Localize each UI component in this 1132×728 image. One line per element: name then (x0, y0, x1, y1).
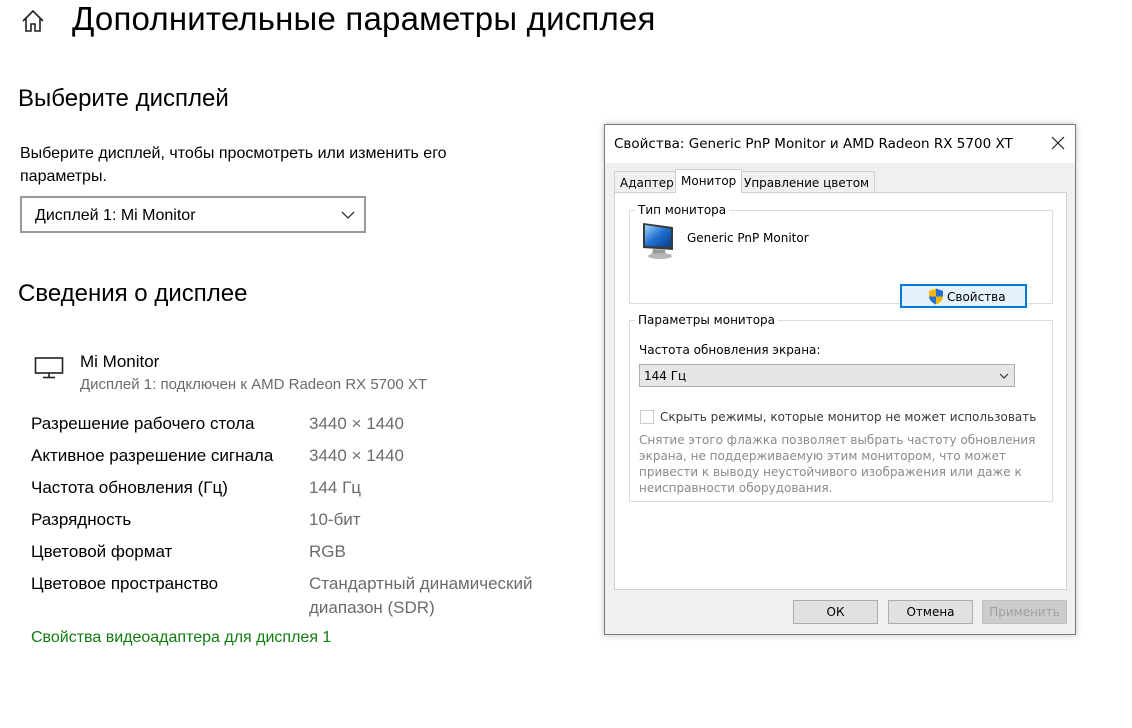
tab-adapter[interactable]: Адаптер (614, 171, 680, 192)
tab-monitor[interactable]: Монитор (675, 169, 743, 193)
close-icon[interactable] (1051, 136, 1065, 150)
monitor-type-group-label: Тип монитора (635, 203, 730, 217)
page-title: Дополнительные параметры дисплея (72, 0, 656, 37)
monitor-type-group: Тип монитора Generic PnP Monitor Свойств… (629, 203, 1053, 308)
spec-label-bit-depth: Разрядность (31, 510, 132, 529)
select-display-heading: Выберите дисплей (18, 85, 229, 112)
tab-color-management[interactable]: Управление цветом (738, 171, 876, 192)
spec-value-color-space: Стандартный динамический диапазон (SDR) (309, 574, 533, 617)
dialog-titlebar[interactable]: Свойства: Generic PnP Monitor и AMD Rade… (605, 125, 1075, 163)
monitor-type-name: Generic PnP Monitor (687, 231, 809, 245)
monitor-settings-group: Параметры монитора Частота обновления эк… (629, 313, 1053, 502)
properties-dialog: Свойства: Generic PnP Monitor и AMD Rade… (604, 124, 1076, 635)
spec-value-active-resolution: 3440 × 1440 (309, 446, 405, 465)
chevron-down-icon (999, 373, 1009, 379)
adapter-properties-link[interactable]: Свойства видеоадаптера для дисплея 1 (31, 629, 331, 647)
monitor-properties-button-label: Свойства (947, 290, 1006, 304)
display-select-dropdown[interactable]: Дисплей 1: Mi Monitor (20, 196, 366, 233)
display-select-value: Дисплей 1: Mi Monitor (35, 207, 196, 224)
hide-modes-checkbox[interactable] (640, 410, 654, 424)
monitor-properties-button[interactable]: Свойства (900, 284, 1027, 308)
monitor-connection-info: Дисплей 1: подключен к AMD Radeon RX 570… (80, 376, 428, 393)
cancel-button[interactable]: Отмена (888, 600, 973, 624)
chevron-down-icon (341, 211, 355, 219)
ok-button[interactable]: ОК (793, 600, 878, 624)
refresh-rate-select[interactable]: 144 Гц (639, 364, 1015, 387)
spec-value-desktop-resolution: 3440 × 1440 (309, 414, 405, 433)
monitor-tab-panel: Тип монитора Generic PnP Monitor Свойств… (614, 192, 1067, 590)
spec-value-refresh-rate: 144 Гц (309, 478, 362, 497)
dialog-title: Свойства: Generic PnP Monitor и AMD Rade… (614, 136, 1013, 152)
spec-label-desktop-resolution: Разрешение рабочего стола (31, 414, 255, 433)
refresh-rate-label: Частота обновления экрана: (639, 343, 821, 357)
refresh-rate-value: 144 Гц (644, 369, 687, 383)
monitor-icon (34, 357, 64, 379)
monitor-name: Mi Monitor (80, 352, 160, 371)
uac-shield-icon (929, 288, 943, 305)
hide-modes-label[interactable]: Скрыть режимы, которые монитор не может … (660, 410, 1036, 424)
home-icon[interactable] (20, 8, 46, 34)
display-info-heading: Сведения о дисплее (18, 280, 248, 307)
spec-label-color-space: Цветовое пространство (31, 574, 219, 593)
apply-button[interactable]: Применить (982, 600, 1067, 624)
spec-label-active-resolution: Активное разрешение сигнала (31, 446, 274, 465)
spec-label-refresh-rate: Частота обновления (Гц) (31, 478, 228, 497)
hide-modes-description: Снятие этого флажка позволяет выбрать ча… (639, 433, 1036, 495)
select-display-description: Выберите дисплей, чтобы просмотреть или … (20, 145, 447, 185)
spec-label-color-format: Цветовой формат (31, 542, 173, 561)
spec-value-color-format: RGB (309, 542, 346, 561)
monitor-settings-group-label: Параметры монитора (635, 313, 779, 327)
monitor-icon (643, 223, 673, 259)
spec-value-bit-depth: 10-бит (309, 510, 361, 529)
